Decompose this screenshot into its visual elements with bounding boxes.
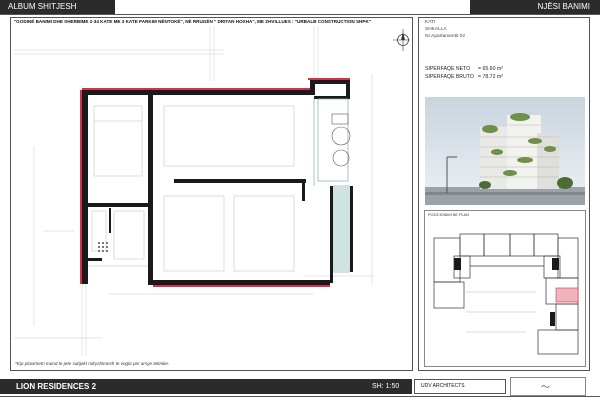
north-compass-icon xyxy=(393,29,410,51)
floor-label: KATI xyxy=(425,20,436,25)
project-title: "GODINË BANIMI DHE SHERBIME 2-34 KATE ME… xyxy=(14,19,371,24)
walls xyxy=(82,80,353,285)
balcony-floor xyxy=(335,187,348,271)
project-name-bar: LION RESIDENCES 2 xyxy=(0,379,412,394)
floor-plan-drawing xyxy=(14,26,410,356)
key-plan-hatch xyxy=(466,291,536,333)
building-render-image xyxy=(425,97,585,205)
gross-area-value: = 78.72 m² xyxy=(478,74,503,80)
key-plan-unit-highlight xyxy=(555,287,579,303)
context-lines xyxy=(14,26,374,356)
balcony-furniture xyxy=(331,113,351,167)
interior-furniture xyxy=(88,105,295,272)
apartment-number: Nr.Apartamentit 02 xyxy=(425,34,465,39)
drawing-scale: SH: 1:50 xyxy=(372,383,400,390)
album-header: ALBUM SHITJESH xyxy=(0,0,115,14)
developer-logo: 〜 xyxy=(510,377,586,396)
stair-label: SHKALLA xyxy=(425,27,447,32)
unit-type-header: NJËSI BANIMI xyxy=(470,0,600,14)
net-area-value: = 65.60 m² xyxy=(478,66,503,72)
header-divider xyxy=(0,14,600,15)
key-plan-drawing xyxy=(433,233,579,355)
plan-footnote: *Kjo planimetri mund te jete subjekt ndr… xyxy=(15,361,170,366)
net-area-label: SIPERFAQE NETO xyxy=(425,66,471,72)
stair-grid xyxy=(98,242,108,252)
key-plan-label: POZICIONIMI NE PLAN xyxy=(428,213,469,217)
architect-name: UDV ARCHITECTS xyxy=(414,379,506,394)
building-render xyxy=(425,97,585,205)
gross-area-label: SIPERFAQE BRUTO xyxy=(425,74,474,80)
logo-wave-icon: 〜 xyxy=(541,382,551,392)
footer-divider xyxy=(0,396,600,397)
